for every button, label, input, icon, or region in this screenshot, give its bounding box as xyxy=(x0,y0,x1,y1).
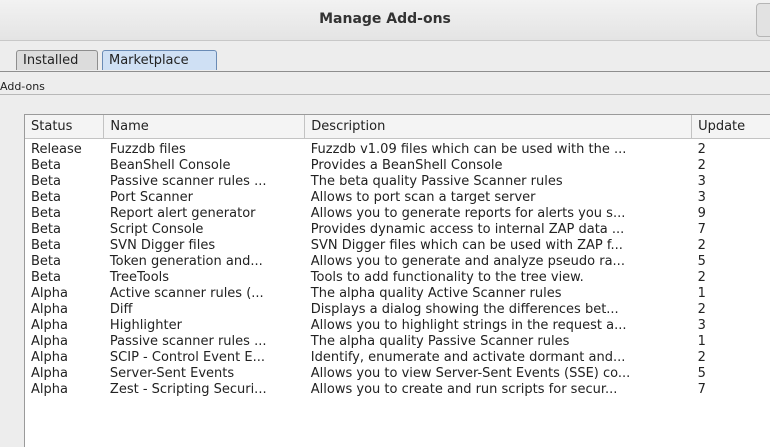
cell-name: Token generation and... xyxy=(109,253,263,269)
cell-name: Passive scanner rules ... xyxy=(109,333,267,349)
tab-marketplace[interactable]: Marketplace xyxy=(102,50,217,70)
column-header-name[interactable]: Name xyxy=(103,115,306,139)
cell-description: Allows you to generate and analyze pseud… xyxy=(310,253,625,269)
cell-name: Active scanner rules (... xyxy=(109,285,264,301)
table-row[interactable]: Beta SVN Digger files SVN Digger files whi… xyxy=(25,238,770,254)
cell-name: Highlighter xyxy=(109,317,182,333)
cell-description: Allows you to highlight strings in the r… xyxy=(310,317,627,333)
addons-table: Status Name Description Update Release Fu… xyxy=(25,115,770,398)
cell-status: Alpha xyxy=(31,381,68,397)
cell-name: TreeTools xyxy=(109,269,170,285)
table-row[interactable]: Alpha Server-Sent Events Allows you to vie… xyxy=(25,366,770,382)
cell-status: Alpha xyxy=(31,301,68,317)
cell-update: 7 xyxy=(697,381,706,397)
table-row[interactable]: Alpha Passive scanner rules ... The alpha … xyxy=(25,334,770,350)
cell-status: Beta xyxy=(31,157,61,173)
column-header-status[interactable]: Status xyxy=(25,115,105,139)
cell-name: Server-Sent Events xyxy=(109,365,235,381)
cell-description: Allows you to create and run scripts for… xyxy=(310,381,618,397)
window-control-button[interactable] xyxy=(756,3,770,37)
table-row[interactable]: Beta Script Console Provides dynamic acces… xyxy=(25,222,770,238)
cell-update: 1 xyxy=(697,285,706,301)
cell-update: 3 xyxy=(697,189,706,205)
cell-status: Alpha xyxy=(31,349,68,365)
tab-divider xyxy=(0,71,770,72)
table-row[interactable]: Beta Port Scanner Allows to port scan a ta… xyxy=(25,190,770,206)
cell-update: 9 xyxy=(697,205,706,221)
cell-name: Fuzzdb files xyxy=(109,141,186,157)
cell-update: 2 xyxy=(697,141,706,157)
cell-update: 3 xyxy=(697,317,706,333)
cell-description: The alpha quality Active Scanner rules xyxy=(310,285,562,301)
cell-description: Allows you to generate reports for alert… xyxy=(310,205,626,221)
cell-name: Report alert generator xyxy=(109,205,256,221)
table-row[interactable]: Alpha SCIP - Control Event E... Identify, … xyxy=(25,350,770,366)
tab-installed[interactable]: Installed xyxy=(16,50,98,70)
cell-description: Allows to port scan a target server xyxy=(310,189,536,205)
table-row[interactable]: Beta Token generation and... Allows you to… xyxy=(25,254,770,270)
column-header-description[interactable]: Description xyxy=(304,115,693,139)
table-row[interactable]: Beta BeanShell Console Provides a BeanShel… xyxy=(25,158,770,174)
cell-name: Zest - Scripting Securi... xyxy=(109,381,267,397)
cell-status: Alpha xyxy=(31,365,68,381)
cell-status: Beta xyxy=(31,237,61,253)
cell-description: Fuzzdb v1.09 files which can be used wit… xyxy=(310,141,627,157)
cell-update: 7 xyxy=(697,221,706,237)
cell-description: Tools to add functionality to the tree v… xyxy=(310,269,584,285)
cell-status: Beta xyxy=(31,221,61,237)
cell-status: Beta xyxy=(31,205,61,221)
cell-description: Provides dynamic access to internal ZAP … xyxy=(310,221,625,237)
cell-update: 5 xyxy=(697,253,706,269)
table-row[interactable]: Alpha Active scanner rules (... The alpha … xyxy=(25,286,770,302)
cell-update: 1 xyxy=(697,333,706,349)
table-row[interactable]: Alpha Zest - Scripting Securi... Allows yo… xyxy=(25,382,770,398)
cell-description: The alpha quality Passive Scanner rules xyxy=(310,333,570,349)
cell-name: Passive scanner rules ... xyxy=(109,173,267,189)
table-row[interactable]: Alpha Highlighter Allows you to highlight … xyxy=(25,318,770,334)
table-row[interactable]: Release Fuzzdb files Fuzzdb v1.09 files wh… xyxy=(25,138,770,158)
section-divider xyxy=(0,94,770,95)
cell-update: 2 xyxy=(697,157,706,173)
cell-description: The beta quality Passive Scanner rules xyxy=(310,173,563,189)
cell-description: Displays a dialog showing the difference… xyxy=(310,301,619,317)
title-bar: Manage Add-ons xyxy=(0,0,770,41)
cell-description: Provides a BeanShell Console xyxy=(310,157,503,173)
window-title: Manage Add-ons xyxy=(319,11,451,27)
cell-status: Beta xyxy=(31,189,61,205)
column-header-update[interactable]: Update xyxy=(691,115,770,139)
cell-name: Script Console xyxy=(109,221,204,237)
cell-status: Alpha xyxy=(31,285,68,301)
cell-update: 3 xyxy=(697,173,706,189)
cell-update: 2 xyxy=(697,301,706,317)
cell-update: 2 xyxy=(697,237,706,253)
cell-name: Diff xyxy=(109,301,133,317)
cell-update: 2 xyxy=(697,269,706,285)
cell-update: 2 xyxy=(697,349,706,365)
cell-description: SVN Digger files which can be used with … xyxy=(310,237,623,253)
table-row[interactable]: Beta Report alert generator Allows you to … xyxy=(25,206,770,222)
table-row[interactable]: Beta TreeTools Tools to add functionality … xyxy=(25,270,770,286)
cell-name: BeanShell Console xyxy=(109,157,231,173)
cell-status: Beta xyxy=(31,173,61,189)
cell-status: Alpha xyxy=(31,333,68,349)
table-header-row: Status Name Description Update xyxy=(25,115,770,139)
cell-name: SCIP - Control Event E... xyxy=(109,349,265,365)
cell-name: SVN Digger files xyxy=(109,237,216,253)
cell-description: Allows you to view Server-Sent Events (S… xyxy=(310,365,631,381)
table-row[interactable]: Beta Passive scanner rules ... The beta qu… xyxy=(25,174,770,190)
cell-name: Port Scanner xyxy=(109,189,194,205)
cell-status: Beta xyxy=(31,269,61,285)
cell-update: 5 xyxy=(697,365,706,381)
cell-status: Release xyxy=(31,141,82,157)
section-label-addons: Add-ons xyxy=(0,80,45,93)
table-row[interactable]: Alpha Diff Displays a dialog showing the d… xyxy=(25,302,770,318)
addons-table-container: Status Name Description Update Release Fu… xyxy=(24,114,770,447)
cell-description: Identify, enumerate and activate dormant… xyxy=(310,349,626,365)
cell-status: Alpha xyxy=(31,317,68,333)
cell-status: Beta xyxy=(31,253,61,269)
